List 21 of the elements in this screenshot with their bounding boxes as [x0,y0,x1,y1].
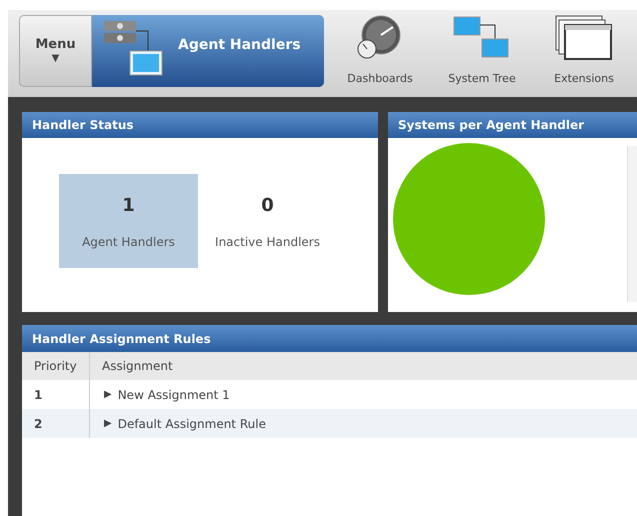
nav-button[interactable]: Dashboards [332,15,428,87]
current-page-tab[interactable]: Agent Handlers [92,15,324,87]
server-network-icon [102,19,164,77]
panel-title-bar: Handler Assignment Rules [22,325,637,352]
windows-icon [555,15,613,61]
nav-button[interactable]: System Tree [434,15,530,87]
network-tree-icon [453,15,511,59]
gauge-icon [357,15,403,61]
assignment-name[interactable]: New Assignment 1 [118,386,230,404]
column-header[interactable]: Assignment [90,352,637,380]
panel-title-bar: Systems per Agent Handler [388,112,637,138]
priority-cell: 2 [22,409,90,438]
table-row[interactable]: 2 ▶ Default Assignment Rule [22,409,637,438]
expand-arrow[interactable]: ▶ [104,387,112,402]
assignment-name[interactable]: Default Assignment Rule [118,414,266,432]
expand-arrow[interactable]: ▶ [104,416,112,431]
current-page-title: Agent Handlers [178,36,301,54]
nav-button[interactable]: Extensions [536,15,632,87]
menu-button[interactable]: Menu ▼ [19,15,92,87]
status-tile[interactable]: 1 Agent Handlers [59,174,198,268]
panel-title-bar: Handler Status [22,112,378,138]
